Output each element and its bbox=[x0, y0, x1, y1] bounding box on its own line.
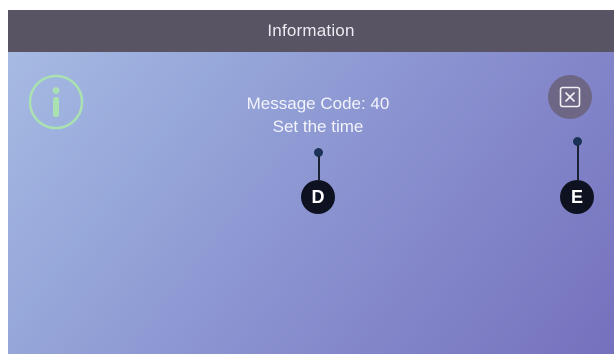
page-title: Information bbox=[267, 21, 355, 40]
title-bar: Information bbox=[8, 10, 614, 52]
information-screen: Information Message Code: 40 Set the tim… bbox=[8, 10, 614, 354]
callout-d-line bbox=[318, 156, 320, 180]
info-icon bbox=[28, 74, 84, 130]
callout-e-badge: E bbox=[560, 180, 594, 214]
close-icon bbox=[559, 86, 581, 108]
close-button[interactable] bbox=[548, 75, 592, 119]
callout-e-line bbox=[577, 145, 579, 180]
message-code: Message Code: 40 bbox=[246, 94, 390, 113]
callout-d-badge: D bbox=[301, 180, 335, 214]
message-text: Message Code: 40 Set the time bbox=[178, 92, 458, 138]
message-description: Set the time bbox=[272, 117, 364, 136]
